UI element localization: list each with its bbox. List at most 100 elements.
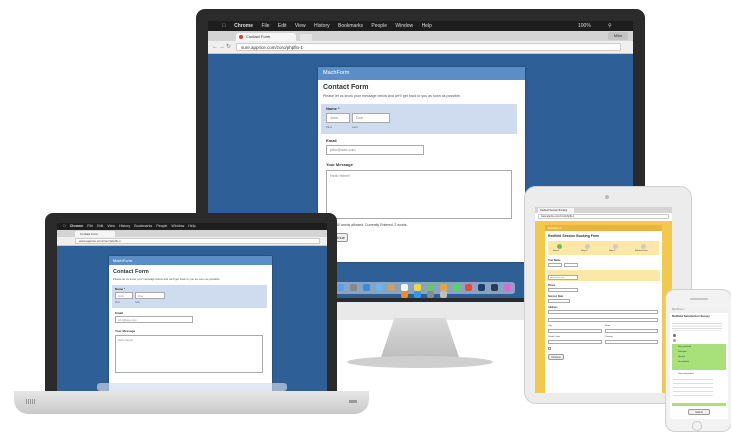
first-name-input[interactable]: John: [326, 113, 350, 123]
address-line2-input[interactable]: [548, 318, 658, 322]
menu-history[interactable]: History: [314, 23, 330, 29]
name-input[interactable]: [548, 263, 562, 267]
phone-home-button[interactable]: [692, 421, 702, 431]
last-name-input[interactable]: Doe: [352, 113, 390, 123]
name-last-input[interactable]: [564, 263, 578, 267]
first-name-input[interactable]: John: [115, 292, 133, 299]
menu-chrome[interactable]: Chrome: [70, 224, 84, 228]
monitor-stand-base: [347, 356, 493, 368]
email-input[interactable]: john@doe.com: [548, 275, 578, 280]
photos-icon[interactable]: [439, 284, 447, 291]
form-title: Redfield Satisfaction Survey: [672, 314, 710, 318]
favicon-icon: [239, 35, 243, 39]
menu-view[interactable]: View: [295, 23, 306, 29]
state-input[interactable]: [605, 329, 658, 333]
menu-window[interactable]: Window: [395, 23, 413, 29]
email-input[interactable]: john@doe.com: [115, 316, 193, 323]
menu-file[interactable]: File: [87, 224, 93, 228]
battery-status: 100%: [578, 23, 591, 29]
option-satisfied[interactable]: Satisfied: [678, 351, 686, 353]
app-store-icon[interactable]: [414, 291, 422, 298]
message-textarea[interactable]: Hello there!!: [115, 335, 263, 373]
menu-history[interactable]: History: [119, 224, 130, 228]
continue-button[interactable]: Continue: [548, 354, 564, 360]
contacts-icon[interactable]: [388, 284, 396, 291]
photoshop-icon[interactable]: [478, 284, 486, 291]
field-label-name: Your Name: [548, 259, 561, 262]
new-tab-button[interactable]: [300, 34, 312, 41]
form-header-logo: MachForm: [323, 70, 350, 76]
message-textarea[interactable]: Hello there!!: [326, 170, 512, 219]
calendar-icon[interactable]: [401, 284, 409, 291]
laptop-tabbar: Contact Form: [57, 230, 327, 237]
menu-chrome[interactable]: Chrome: [234, 23, 253, 29]
option-unsatisfied[interactable]: Unsatisfied: [678, 361, 689, 363]
apple-icon[interactable]: : [63, 224, 66, 228]
menu-window[interactable]: Window: [171, 224, 184, 228]
word-counter: Maximum of 100 words allowed. Currently …: [314, 223, 408, 227]
browser-tab[interactable]: Redfield Session Booking: [538, 208, 574, 213]
reload-icon[interactable]: ↻: [226, 44, 232, 50]
field-label-phone: Phone: [548, 284, 556, 287]
last-sublabel: Last: [135, 301, 140, 304]
menu-edit[interactable]: Edit: [97, 224, 103, 228]
tablet-home-button[interactable]: [601, 395, 613, 403]
browser-tabbar: Contact Form Mike: [208, 31, 633, 41]
confirm-checkbox[interactable]: [548, 347, 551, 350]
step-2-indicator: [585, 244, 590, 249]
form-header: MachForm: [670, 307, 728, 313]
laptop-ports: [349, 400, 357, 403]
finder-icon[interactable]: [337, 284, 345, 291]
address-bar[interactable]: sure.apprice.com/zoro/phpflo-1: [236, 43, 621, 51]
submit-button[interactable]: Submit: [688, 409, 710, 415]
email-input[interactable]: john@doe.com: [326, 145, 424, 155]
last-name-input[interactable]: Doe: [135, 292, 165, 299]
menu-people[interactable]: People: [156, 224, 167, 228]
lightroom-icon[interactable]: [491, 284, 499, 291]
books-icon[interactable]: [401, 291, 409, 298]
city-input[interactable]: [548, 329, 602, 333]
launchpad-icon[interactable]: [349, 284, 357, 291]
address-input[interactable]: [548, 310, 658, 314]
chrome-icon[interactable]: [465, 284, 473, 291]
browser-tab[interactable]: Contact Form: [236, 33, 296, 41]
mail-icon[interactable]: [375, 284, 383, 291]
address-bar[interactable]: www.apprice.com/zoro/phpflo-1: [75, 238, 320, 244]
search-icon[interactable]: ⚲: [608, 21, 612, 31]
menu-view[interactable]: View: [107, 224, 115, 228]
itunes-icon[interactable]: [503, 284, 511, 291]
question-1-radio[interactable]: [673, 334, 676, 337]
menu-bookmarks[interactable]: Bookmarks: [338, 23, 363, 29]
date-input[interactable]: [548, 299, 570, 303]
question-2-radio[interactable]: [673, 339, 676, 342]
trash-icon[interactable]: [439, 291, 447, 298]
field-label-state: State: [605, 325, 611, 327]
first-sublabel: First: [326, 125, 332, 129]
maps-icon[interactable]: [426, 284, 434, 291]
profile-button[interactable]: Mike: [608, 32, 628, 40]
phone-input[interactable]: [548, 288, 578, 292]
messages-icon[interactable]: [452, 284, 460, 291]
option-neutral[interactable]: Neutral: [678, 356, 685, 358]
postal-input[interactable]: [548, 340, 602, 344]
menu-help[interactable]: Help: [422, 23, 432, 29]
notes-icon[interactable]: [414, 284, 422, 291]
form-card: MachForm Contact Form Please let us know…: [314, 67, 525, 262]
back-arrow-icon[interactable]: ←: [212, 44, 218, 50]
country-select[interactable]: [605, 340, 658, 344]
field-label-country: Country: [605, 336, 613, 338]
forward-arrow-icon[interactable]: →: [219, 44, 225, 50]
menu-help[interactable]: Help: [188, 224, 195, 228]
option-very-unsatisfied[interactable]: Very unsatisfied: [678, 373, 693, 375]
option-very-satisfied[interactable]: Very satisfied: [678, 346, 691, 348]
address-bar[interactable]: www.apprice.com/zoro/phpflo-1: [538, 214, 669, 219]
dock: [97, 383, 287, 391]
safari-icon[interactable]: [362, 284, 370, 291]
menu-bookmarks[interactable]: Bookmarks: [134, 224, 152, 228]
form-description: Please let us know your message below an…: [323, 94, 461, 98]
menu-file[interactable]: File: [261, 23, 269, 29]
menu-edit[interactable]: Edit: [278, 23, 287, 29]
preferences-icon[interactable]: [426, 291, 434, 298]
menu-people[interactable]: People: [371, 23, 387, 29]
apple-icon[interactable]: : [222, 23, 226, 29]
